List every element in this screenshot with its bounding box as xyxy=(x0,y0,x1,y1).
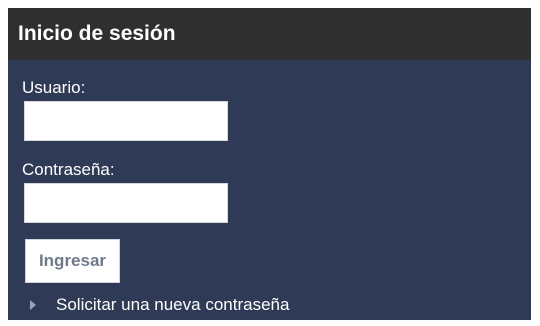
username-input[interactable] xyxy=(24,101,228,141)
password-input[interactable] xyxy=(24,183,228,223)
password-label: Contraseña: xyxy=(22,160,115,179)
login-submit-button[interactable]: Ingresar xyxy=(25,239,120,283)
login-panel-header: Inicio de sesión xyxy=(8,8,531,60)
login-panel: Inicio de sesión Usuario: Contraseña: In… xyxy=(8,8,531,320)
login-panel-title: Inicio de sesión xyxy=(18,22,176,45)
request-new-password-link[interactable]: Solicitar una nueva contraseña xyxy=(56,294,289,316)
triangle-right-icon xyxy=(30,300,36,310)
username-label: Usuario: xyxy=(22,78,86,97)
